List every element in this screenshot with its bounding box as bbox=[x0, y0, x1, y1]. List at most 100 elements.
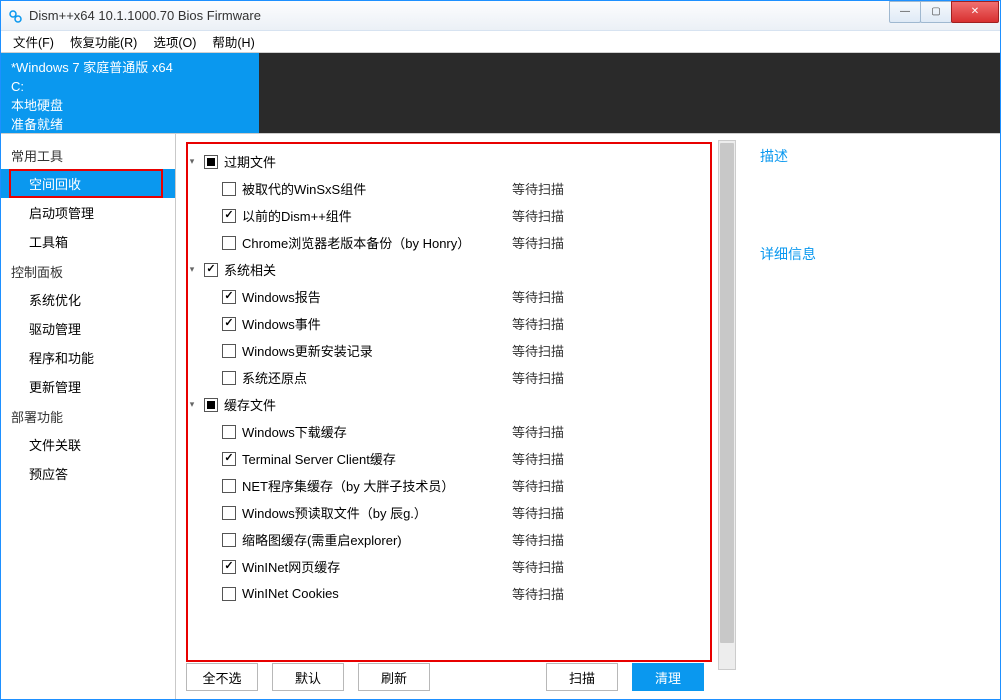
item-status: 等待扫描 bbox=[512, 206, 612, 225]
item-status: 等待扫描 bbox=[512, 422, 612, 441]
sidebar-item-0-1[interactable]: 启动项管理 bbox=[1, 198, 175, 227]
item-checkbox[interactable] bbox=[222, 479, 236, 493]
item-label: Windows预读取文件（by 辰g.） bbox=[242, 503, 512, 522]
item-checkbox[interactable] bbox=[222, 317, 236, 331]
item-label: Windows下载缓存 bbox=[242, 422, 512, 441]
item-row-2-1[interactable]: Terminal Server Client缓存等待扫描 bbox=[188, 445, 704, 472]
item-checkbox[interactable] bbox=[222, 560, 236, 574]
expand-icon[interactable]: ▾ bbox=[186, 264, 198, 275]
app-window: Dism++x64 10.1.1000.70 Bios Firmware — ▢… bbox=[0, 0, 1001, 700]
os-name: *Windows 7 家庭普通版 x64 bbox=[11, 59, 249, 78]
sidebar-item-2-0[interactable]: 文件关联 bbox=[1, 430, 175, 459]
description-heading: 描述 bbox=[760, 146, 1000, 166]
select-none-button[interactable]: 全不选 bbox=[186, 663, 258, 691]
item-status: 等待扫描 bbox=[512, 584, 612, 603]
sidebar-item-1-1[interactable]: 驱动管理 bbox=[1, 314, 175, 343]
item-row-0-2[interactable]: Chrome浏览器老版本备份（by Honry）等待扫描 bbox=[188, 229, 704, 256]
item-checkbox[interactable] bbox=[222, 344, 236, 358]
window-title: Dism++x64 10.1.1000.70 Bios Firmware bbox=[29, 8, 261, 23]
item-row-2-5[interactable]: WinINet网页缓存等待扫描 bbox=[188, 553, 704, 580]
item-row-2-6[interactable]: WinINet Cookies等待扫描 bbox=[188, 580, 704, 607]
item-status: 等待扫描 bbox=[512, 503, 612, 522]
window-controls: — ▢ ✕ bbox=[890, 1, 999, 23]
item-status: 等待扫描 bbox=[512, 557, 612, 576]
category-row-1[interactable]: ▾系统相关 bbox=[188, 256, 704, 283]
info-band-dark bbox=[259, 53, 1000, 133]
item-status: 等待扫描 bbox=[512, 530, 612, 549]
item-label: Windows更新安装记录 bbox=[242, 341, 512, 360]
info-band: *Windows 7 家庭普通版 x64 C: 本地硬盘 准备就绪 bbox=[1, 53, 1000, 133]
scrollbar-thumb[interactable] bbox=[720, 143, 734, 643]
item-row-1-0[interactable]: Windows报告等待扫描 bbox=[188, 283, 704, 310]
sidebar: 常用工具空间回收启动项管理工具箱控制面板系统优化驱动管理程序和功能更新管理部署功… bbox=[1, 134, 176, 699]
menu-item-3[interactable]: 帮助(H) bbox=[204, 30, 262, 53]
item-label: WinINet网页缓存 bbox=[242, 557, 512, 576]
item-row-0-0[interactable]: 被取代的WinSxS组件等待扫描 bbox=[188, 175, 704, 202]
category-label: 缓存文件 bbox=[224, 395, 494, 414]
item-row-2-0[interactable]: Windows下载缓存等待扫描 bbox=[188, 418, 704, 445]
close-button[interactable]: ✕ bbox=[951, 1, 999, 23]
menu-item-0[interactable]: 文件(F) bbox=[5, 30, 62, 53]
sidebar-group-1: 控制面板 bbox=[1, 256, 175, 285]
item-checkbox[interactable] bbox=[222, 452, 236, 466]
scan-button[interactable]: 扫描 bbox=[546, 663, 618, 691]
item-checkbox[interactable] bbox=[222, 425, 236, 439]
scrollbar[interactable] bbox=[718, 140, 736, 670]
item-row-0-1[interactable]: 以前的Dism++组件等待扫描 bbox=[188, 202, 704, 229]
content-area: ▾过期文件被取代的WinSxS组件等待扫描以前的Dism++组件等待扫描Chro… bbox=[176, 134, 1000, 699]
item-checkbox[interactable] bbox=[222, 371, 236, 385]
category-row-0[interactable]: ▾ 过期文件 bbox=[188, 148, 704, 175]
refresh-button[interactable]: 刷新 bbox=[358, 663, 430, 691]
category-label: 过期文件 bbox=[224, 152, 494, 171]
category-checkbox[interactable] bbox=[204, 398, 218, 412]
item-row-2-3[interactable]: Windows预读取文件（by 辰g.）等待扫描 bbox=[188, 499, 704, 526]
item-status: 等待扫描 bbox=[512, 179, 612, 198]
right-info-panel: 描述 详细信息 bbox=[716, 134, 1000, 699]
item-label: Terminal Server Client缓存 bbox=[242, 449, 512, 468]
drive-letter: C: bbox=[11, 78, 249, 97]
item-label: Chrome浏览器老版本备份（by Honry） bbox=[242, 233, 512, 252]
item-label: 系统还原点 bbox=[242, 368, 512, 387]
cleanup-item-groups: ▾过期文件被取代的WinSxS组件等待扫描以前的Dism++组件等待扫描Chro… bbox=[186, 142, 712, 662]
expand-icon[interactable]: ▾ bbox=[186, 156, 198, 167]
item-checkbox[interactable] bbox=[222, 290, 236, 304]
default-button[interactable]: 默认 bbox=[272, 663, 344, 691]
item-row-2-4[interactable]: 缩略图缓存(需重启explorer)等待扫描 bbox=[188, 526, 704, 553]
expand-icon[interactable]: ▾ bbox=[186, 399, 198, 410]
item-checkbox[interactable] bbox=[222, 182, 236, 196]
item-checkbox[interactable] bbox=[222, 236, 236, 250]
item-row-1-3[interactable]: 系统还原点等待扫描 bbox=[188, 364, 704, 391]
main-area: 常用工具空间回收启动项管理工具箱控制面板系统优化驱动管理程序和功能更新管理部署功… bbox=[1, 133, 1000, 699]
titlebar-left: Dism++x64 10.1.1000.70 Bios Firmware bbox=[1, 8, 261, 24]
category-row-2[interactable]: ▾ 缓存文件 bbox=[188, 391, 704, 418]
item-status: 等待扫描 bbox=[512, 314, 612, 333]
sidebar-item-1-2[interactable]: 程序和功能 bbox=[1, 343, 175, 372]
titlebar: Dism++x64 10.1.1000.70 Bios Firmware — ▢… bbox=[1, 1, 1000, 31]
sidebar-group-2: 部署功能 bbox=[1, 401, 175, 430]
item-checkbox[interactable] bbox=[222, 533, 236, 547]
bottom-button-bar: 全不选 默认 刷新 扫描 清理 bbox=[186, 663, 704, 691]
maximize-button[interactable]: ▢ bbox=[920, 1, 952, 23]
item-row-2-2[interactable]: NET程序集缓存（by 大胖子技术员）等待扫描 bbox=[188, 472, 704, 499]
category-checkbox[interactable] bbox=[204, 263, 218, 277]
drive-type: 本地硬盘 bbox=[11, 97, 249, 116]
item-checkbox[interactable] bbox=[222, 587, 236, 601]
sidebar-item-0-0[interactable]: 空间回收 bbox=[1, 169, 175, 198]
sidebar-item-1-0[interactable]: 系统优化 bbox=[1, 285, 175, 314]
item-checkbox[interactable] bbox=[222, 506, 236, 520]
category-checkbox[interactable] bbox=[204, 155, 218, 169]
sidebar-item-0-2[interactable]: 工具箱 bbox=[1, 227, 175, 256]
menu-item-2[interactable]: 选项(O) bbox=[145, 30, 204, 53]
item-row-1-2[interactable]: Windows更新安装记录等待扫描 bbox=[188, 337, 704, 364]
status-text: 准备就绪 bbox=[11, 116, 249, 135]
item-label: 被取代的WinSxS组件 bbox=[242, 179, 512, 198]
sidebar-item-2-1[interactable]: 预应答 bbox=[1, 459, 175, 488]
item-status: 等待扫描 bbox=[512, 341, 612, 360]
minimize-button[interactable]: — bbox=[889, 1, 921, 23]
item-row-1-1[interactable]: Windows事件等待扫描 bbox=[188, 310, 704, 337]
clean-button[interactable]: 清理 bbox=[632, 663, 704, 691]
menu-item-1[interactable]: 恢复功能(R) bbox=[62, 30, 145, 53]
item-label: WinINet Cookies bbox=[242, 586, 512, 601]
item-checkbox[interactable] bbox=[222, 209, 236, 223]
sidebar-item-1-3[interactable]: 更新管理 bbox=[1, 372, 175, 401]
